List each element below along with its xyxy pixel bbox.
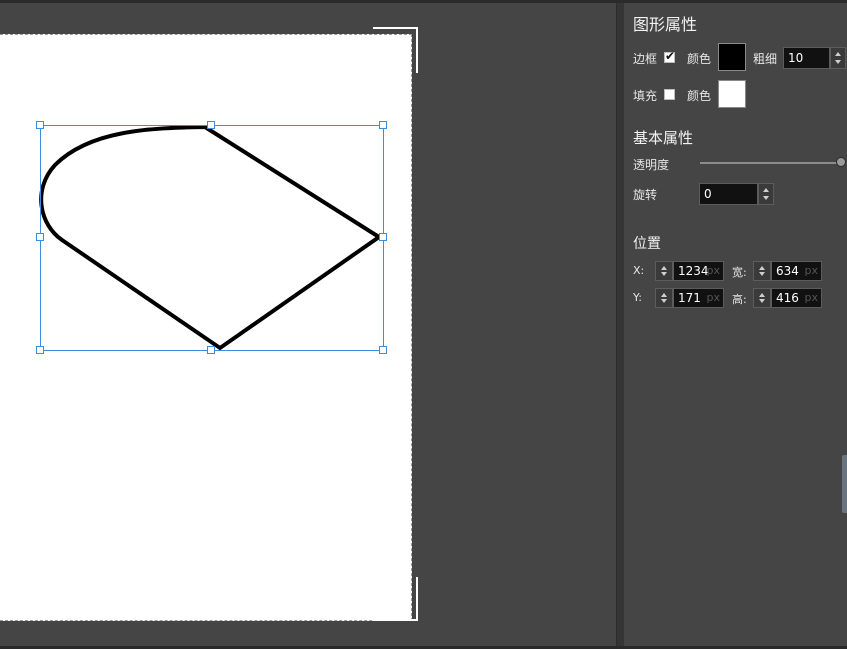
resize-handle-nw (36, 121, 44, 129)
x-value: 1234 (678, 264, 709, 278)
y-input[interactable]: 171 px (673, 288, 724, 308)
opacity-slider-handle[interactable] (836, 157, 846, 167)
x-stepper[interactable] (655, 261, 673, 281)
resize-handle-w (36, 233, 44, 241)
border-checkbox[interactable]: ✔ (664, 49, 676, 63)
panel-scrollbar[interactable] (842, 455, 847, 513)
border-width-stepper[interactable] (830, 47, 846, 69)
fill-label: 填充 (633, 89, 658, 103)
x-unit: px (706, 264, 721, 277)
resize-handle-se (379, 346, 387, 354)
border-width-input[interactable]: 10 (783, 47, 830, 69)
border-color-label: 颜色 (687, 52, 712, 66)
border-width-label: 粗细 (753, 52, 778, 66)
canvas-area[interactable] (0, 3, 616, 646)
y-stepper[interactable] (655, 288, 673, 308)
basic-props-title: 基本属性 (633, 129, 694, 147)
resize-handle-s (207, 346, 215, 354)
rotation-stepper[interactable] (758, 183, 774, 205)
resize-handle-ne (379, 121, 387, 129)
check-icon: ✔ (665, 49, 676, 63)
width-unit: px (804, 264, 819, 277)
y-value: 171 (678, 291, 701, 305)
resize-handle-n (207, 121, 215, 129)
resize-handle-sw (36, 346, 44, 354)
x-input[interactable]: 1234 px (673, 261, 724, 281)
x-label: X: (633, 264, 645, 277)
border-color-swatch[interactable] (718, 43, 746, 71)
shape-props-title: 图形属性 (633, 15, 698, 34)
height-value: 416 (776, 291, 799, 305)
y-unit: px (706, 291, 721, 304)
fill-color-label: 颜色 (687, 89, 712, 103)
opacity-label: 透明度 (633, 158, 670, 172)
height-label: 高: (732, 293, 747, 306)
resize-handle-e (379, 233, 387, 241)
border-label: 边框 (633, 52, 658, 66)
height-unit: px (804, 291, 819, 304)
rotation-label: 旋转 (633, 188, 658, 202)
width-input[interactable]: 634 px (771, 261, 822, 281)
fill-checkbox[interactable] (664, 89, 675, 100)
selected-shape (39, 124, 383, 351)
opacity-slider-track[interactable] (700, 162, 845, 164)
width-label: 宽: (732, 266, 747, 279)
width-value: 634 (776, 264, 799, 278)
shape-layer[interactable] (0, 0, 616, 643)
y-label: Y: (633, 291, 642, 304)
width-stepper[interactable] (753, 261, 771, 281)
fill-color-swatch[interactable] (718, 80, 746, 108)
position-title: 位置 (633, 236, 661, 252)
rotation-input[interactable]: 0 (699, 183, 758, 205)
height-input[interactable]: 416 px (771, 288, 822, 308)
height-stepper[interactable] (753, 288, 771, 308)
